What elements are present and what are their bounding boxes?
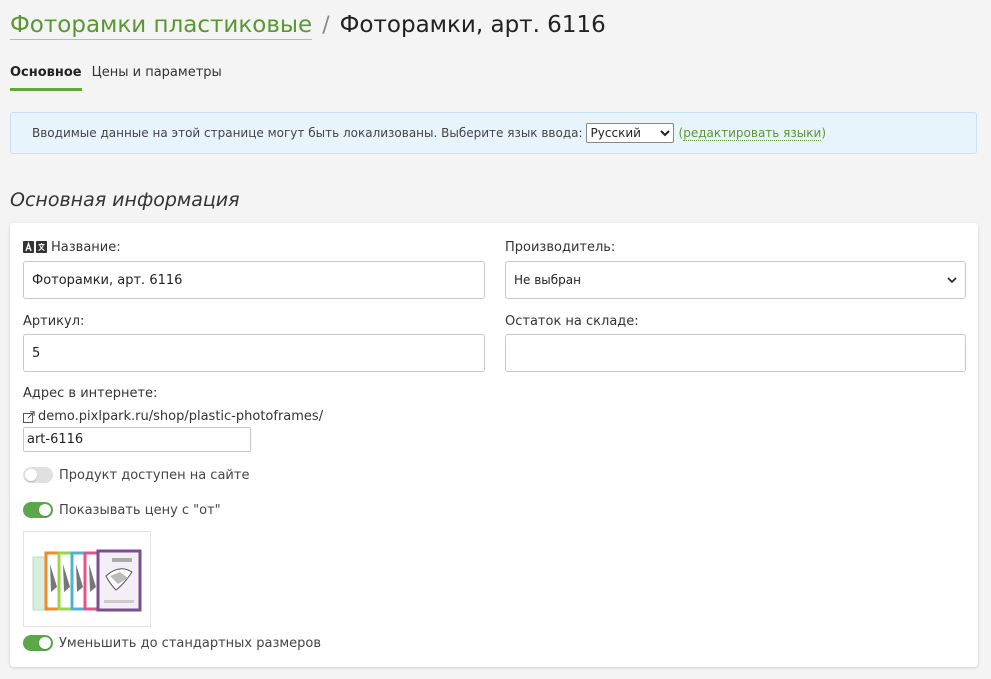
photo-frames-image [32,549,142,612]
shrink-label: Уменьшить до стандартных размеров [59,635,322,651]
tab-main[interactable]: Основное [10,60,82,91]
breadcrumb: Фоторамки пластиковые / Фоторамки, арт. … [10,8,606,42]
external-link-icon[interactable] [23,410,35,423]
url-slug-input[interactable] [23,427,251,452]
shrink-toggle[interactable] [23,635,53,651]
paren-close: ) [821,126,826,140]
sku-input[interactable] [23,334,485,372]
shrink-toggle-row: Уменьшить до стандартных размеров [23,635,321,651]
toggle-knob [39,637,51,649]
show-from-price-label: Показывать цену с "от" [59,502,221,518]
available-toggle[interactable] [23,467,53,483]
locale-info-text: Вводимые данные на этой странице могут б… [32,126,583,140]
url-base: demo.pixlpark.ru/shop/plastic-photoframe… [38,409,324,424]
show-from-price-toggle-row: Показывать цену с "от" [23,502,221,518]
available-toggle-row: Продукт доступен на сайте [23,467,249,483]
tab-bar: Основное Цены и параметры [10,60,232,91]
url-base-line: demo.pixlpark.ru/shop/plastic-photoframe… [23,409,323,424]
toggle-knob [39,504,51,516]
stock-input[interactable] [505,334,966,372]
language-select[interactable]: Русский [585,123,674,143]
name-label-row: Название: [23,240,121,255]
sku-label: Артикул: [23,314,85,329]
url-label: Адрес в интернете: [23,386,158,401]
section-title: Основная информация [10,189,240,211]
manufacturer-select[interactable]: Не выбран [505,261,966,299]
breadcrumb-separator: / [322,12,330,38]
main-info-card: Название: Производитель: Не выбран Артик… [10,223,978,667]
available-label: Продукт доступен на сайте [59,467,250,483]
translate-icon[interactable] [23,241,47,253]
stock-label: Остаток на складе: [505,314,639,329]
name-input[interactable] [23,261,485,299]
manufacturer-select-value: Не выбран [514,273,581,287]
show-from-price-toggle[interactable] [23,502,53,518]
page-title: Фоторамки, арт. 6116 [339,12,606,38]
product-image-thumbnail[interactable] [23,531,151,627]
edit-languages-link[interactable]: редактировать языки [683,126,822,141]
tab-prices-params[interactable]: Цены и параметры [92,60,222,91]
locale-info-bar: Вводимые данные на этой странице могут б… [10,112,977,154]
name-label: Название: [51,240,121,255]
toggle-knob [25,469,37,481]
manufacturer-label: Производитель: [505,240,616,255]
breadcrumb-parent-link[interactable]: Фоторамки пластиковые [10,11,313,40]
chevron-down-icon [947,277,957,283]
